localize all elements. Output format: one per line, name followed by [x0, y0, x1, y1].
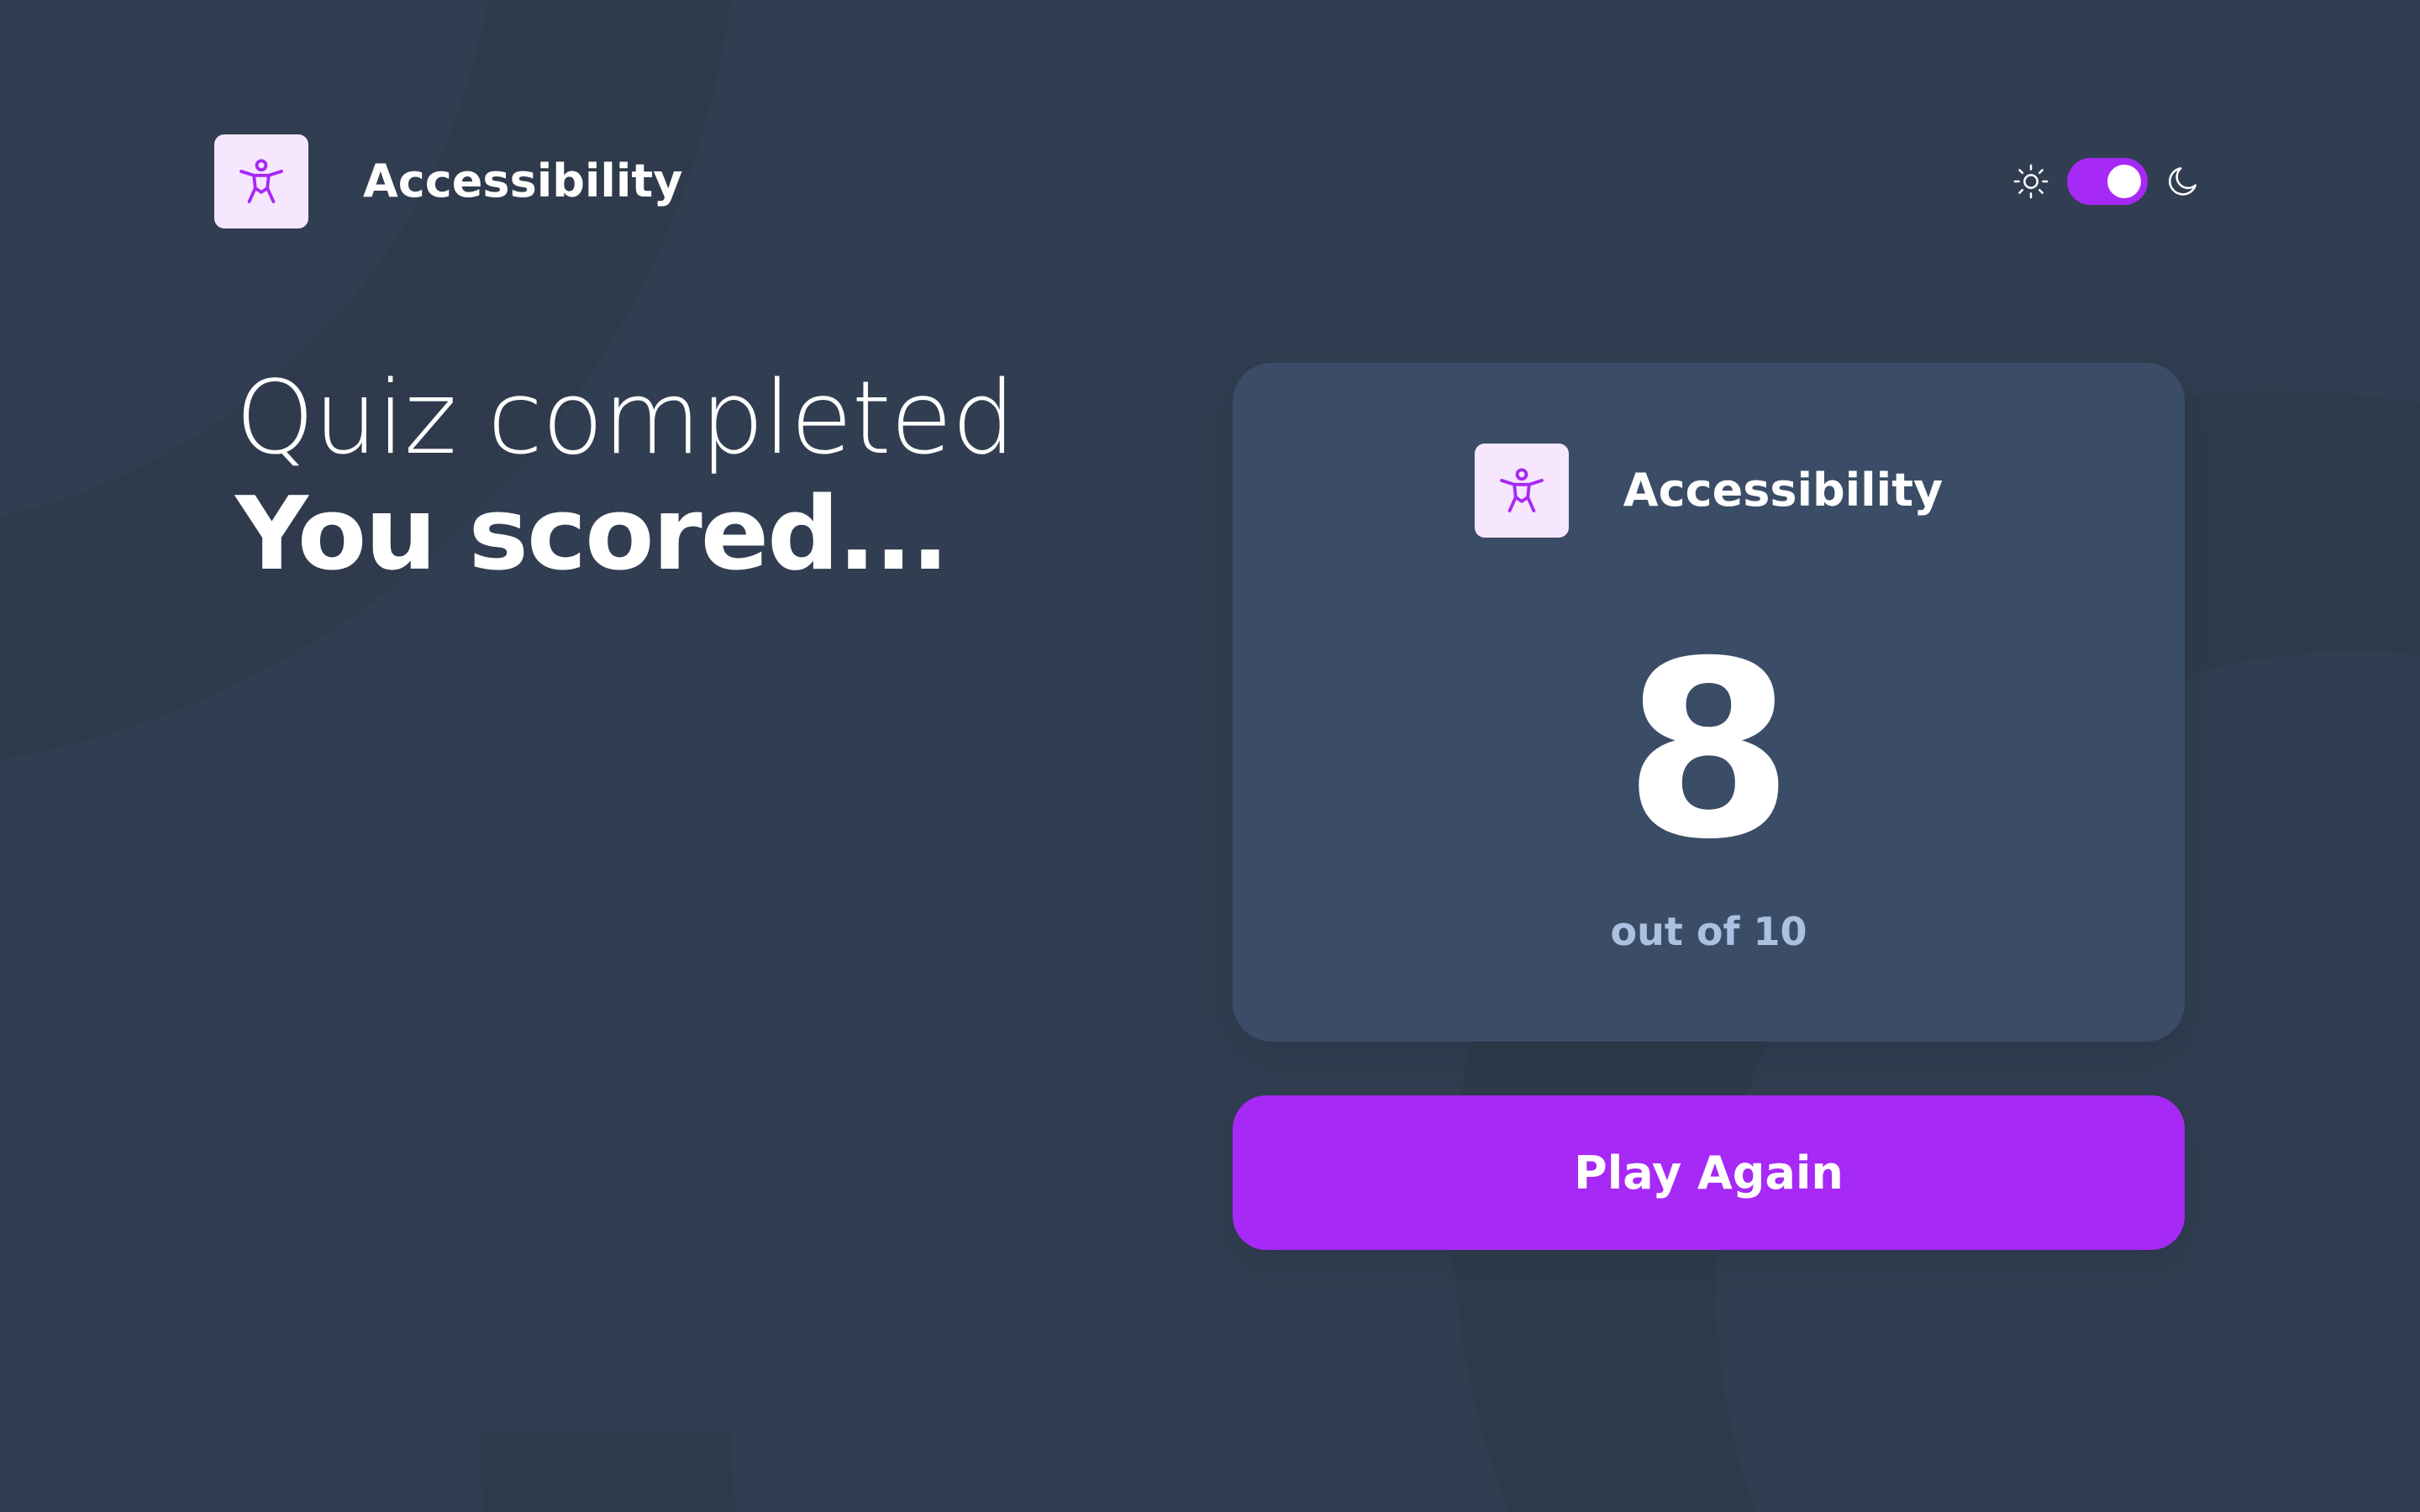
card-subject-icon-tile [1474, 444, 1569, 538]
you-scored-text: You scored... [235, 476, 950, 593]
moon-icon [2165, 163, 2202, 200]
subject-icon-tile [214, 134, 308, 228]
score-value: 8 [1623, 610, 1794, 893]
score-card: Accessibility 8 out of 10 [1233, 363, 2185, 1042]
quiz-completed-text: Quiz completed [235, 360, 1016, 477]
accessibility-icon [239, 159, 283, 203]
results-heading: Quiz completed You scored... [235, 360, 1016, 593]
play-again-button[interactable]: Play Again [1233, 1095, 2185, 1250]
header-subject-title: Accessibility [363, 155, 683, 207]
header: Accessibility [214, 134, 2202, 228]
accessibility-icon [1499, 468, 1544, 512]
header-subject: Accessibility [214, 134, 682, 228]
card-subject-title: Accessibility [1623, 464, 1944, 517]
theme-toggle [2012, 134, 2202, 228]
sun-icon [2012, 162, 2050, 201]
dark-mode-switch[interactable] [2067, 158, 2148, 205]
card-subject: Accessibility [1233, 444, 2185, 538]
switch-knob [2107, 165, 2141, 198]
score-total-label: out of 10 [1610, 909, 1807, 954]
